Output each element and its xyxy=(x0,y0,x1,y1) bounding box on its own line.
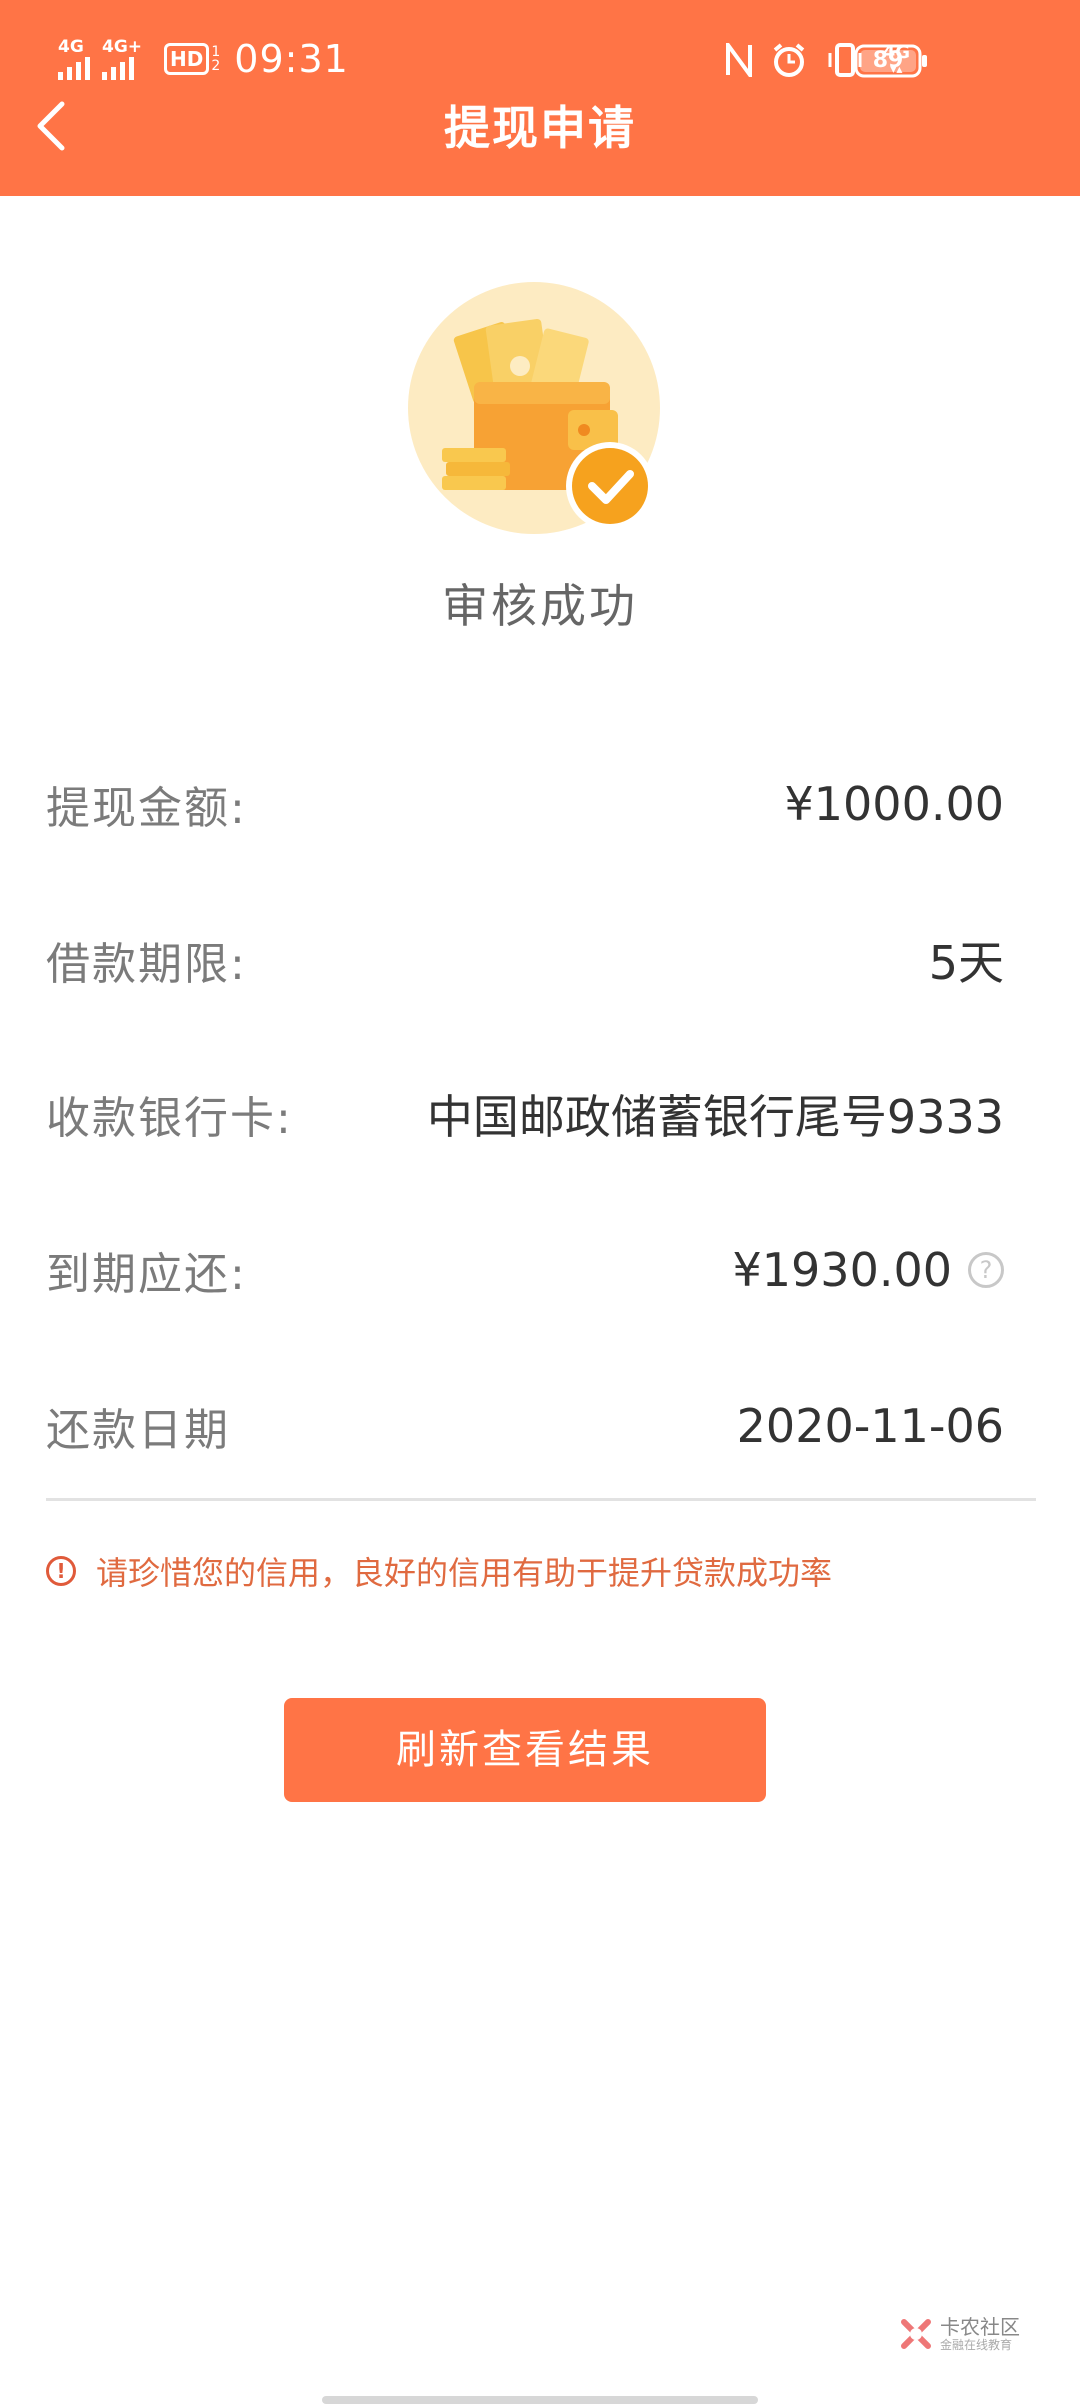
kanong-logo-icon xyxy=(901,2319,931,2349)
page-title: 提现申请 xyxy=(444,101,636,155)
sim1-network-label: 4G xyxy=(58,36,84,57)
review-status-text: 审核成功 xyxy=(442,579,638,633)
credit-notice: ! 请珍惜您的信用，良好的信用有助于提升贷款成功率 xyxy=(46,1548,832,1594)
nfc-icon xyxy=(725,43,752,77)
detail-row-bank-card: 收款银行卡: 中国邮政储蓄银行尾号9333 xyxy=(46,1074,1004,1154)
alarm-icon xyxy=(773,43,804,77)
refresh-result-button[interactable]: 刷新查看结果 xyxy=(284,1698,766,1802)
detail-label: 提现金额: xyxy=(46,783,247,834)
hd-voice-icon: HD 12 xyxy=(164,43,220,75)
detail-row-term: 借款期限: 5天 xyxy=(46,920,1004,1000)
divider xyxy=(46,1498,1036,1501)
battery-level: 89 xyxy=(872,48,904,73)
watermark-title: 卡农社区 xyxy=(940,2315,1020,2339)
watermark: 卡农社区 金融在线教育 xyxy=(898,2316,1020,2352)
sim2-network-label: 4G+ xyxy=(102,36,143,57)
detail-label: 还款日期 xyxy=(46,1405,230,1456)
clock: 09:31 xyxy=(234,37,349,81)
header-bar: 4G 4G+ HD 12 09:31 4G ▾▴ 89 提现申请 xyxy=(0,0,1080,196)
detail-value: ¥1000.00 xyxy=(784,777,1005,831)
watermark-subtitle: 金融在线教育 xyxy=(940,2338,1013,2352)
battery-icon: 89 xyxy=(854,44,930,78)
status-bar: 4G 4G+ HD 12 09:31 4G ▾▴ 89 xyxy=(0,0,1080,96)
detail-value: 中国邮政储蓄银行尾号9333 xyxy=(426,1090,1004,1144)
detail-value-wrap: ¥1930.00 ? xyxy=(732,1243,1004,1297)
detail-label: 借款期限: xyxy=(46,939,247,990)
signal-sim1-icon: 4G xyxy=(58,36,90,80)
detail-label: 到期应还: xyxy=(46,1249,247,1300)
home-indicator[interactable] xyxy=(322,2396,758,2404)
signal-sim2-icon: 4G+ xyxy=(102,36,143,80)
wallet-success-icon xyxy=(408,282,672,546)
warning-icon: ! xyxy=(46,1556,76,1586)
detail-label: 收款银行卡: xyxy=(46,1093,293,1144)
help-icon[interactable]: ? xyxy=(968,1252,1004,1288)
detail-value: 5天 xyxy=(928,936,1004,990)
detail-value: 2020-11-06 xyxy=(736,1399,1004,1453)
detail-row-repay-date: 还款日期 2020-11-06 xyxy=(46,1386,1004,1466)
detail-value: ¥1930.00 xyxy=(732,1243,953,1297)
credit-notice-text: 请珍惜您的信用，良好的信用有助于提升贷款成功率 xyxy=(96,1554,833,1592)
detail-row-due-amount: 到期应还: ¥1930.00 ? xyxy=(46,1230,1004,1310)
detail-row-amount: 提现金额: ¥1000.00 xyxy=(46,764,1004,844)
